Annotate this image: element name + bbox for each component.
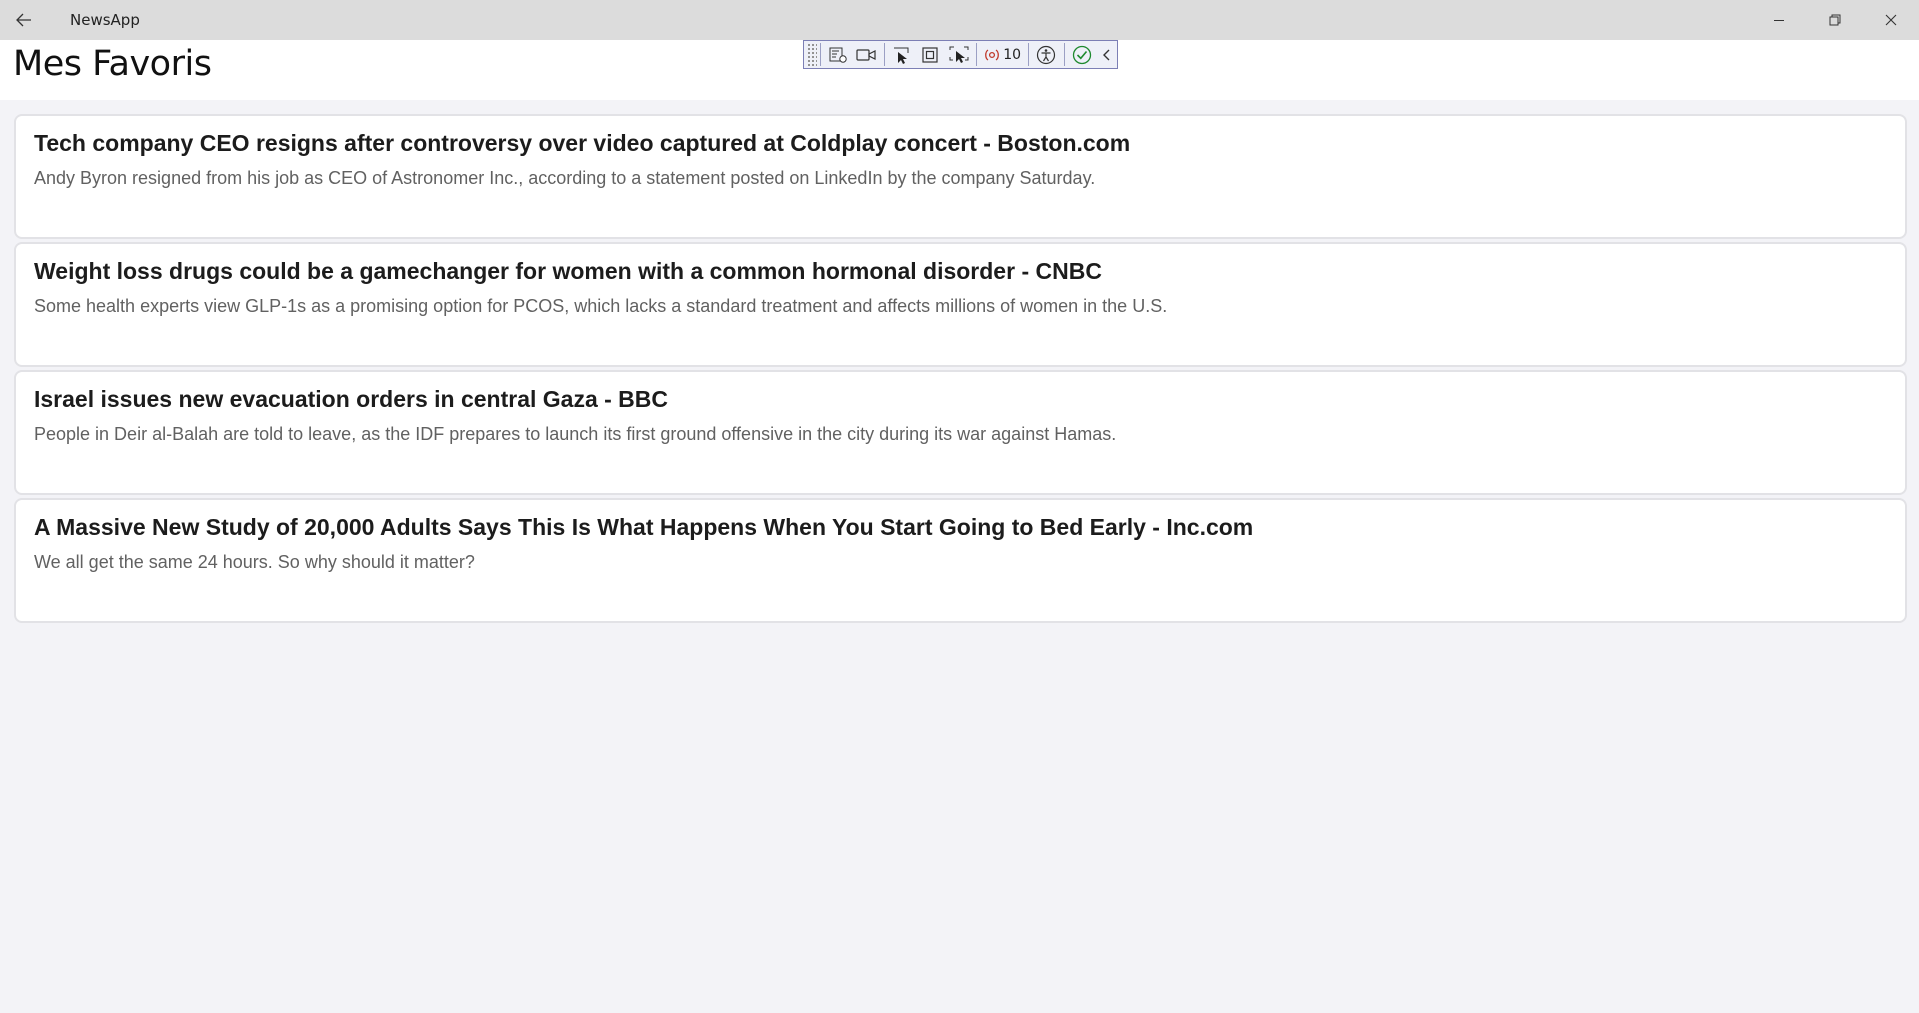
article-title: Tech company CEO resigns after controver… xyxy=(34,130,1131,156)
binding-failures-count: 10 xyxy=(1003,46,1022,63)
app-title: NewsApp xyxy=(70,11,140,29)
restore-icon xyxy=(1829,14,1841,26)
article-card[interactable]: Weight loss drugs could be a gamechanger… xyxy=(14,242,1907,367)
live-visual-tree-button[interactable] xyxy=(823,41,852,68)
live-visual-tree-icon xyxy=(829,47,847,63)
minimize-button[interactable] xyxy=(1751,0,1807,40)
track-focus-icon xyxy=(949,46,969,63)
accessibility-button[interactable] xyxy=(1032,41,1061,68)
page-title: Mes Favoris xyxy=(13,44,212,84)
arrow-left-icon xyxy=(16,13,31,27)
article-description: People in Deir al-Balah are told to leav… xyxy=(34,424,1117,444)
article-title: A Massive New Study of 20,000 Adults Say… xyxy=(34,514,1254,540)
track-focus-button[interactable] xyxy=(945,41,974,68)
article-description: We all get the same 24 hours. So why sho… xyxy=(34,552,475,572)
article-title: Weight loss drugs could be a gamechanger… xyxy=(34,258,1102,284)
video-camera-icon xyxy=(856,48,876,61)
article-card[interactable]: Israel issues new evacuation orders in c… xyxy=(14,370,1907,495)
article-title: Israel issues new evacuation orders in c… xyxy=(34,386,669,412)
window-controls xyxy=(1751,0,1919,40)
toolbar-separator xyxy=(1063,43,1065,66)
select-element-icon xyxy=(893,47,909,64)
toolbar-separator xyxy=(819,43,821,66)
article-card[interactable]: Tech company CEO resigns after controver… xyxy=(14,114,1907,239)
title-bar: NewsApp xyxy=(0,0,1919,40)
binding-failures-button[interactable]: 10 xyxy=(980,47,1025,63)
accessibility-icon xyxy=(1037,45,1056,64)
close-icon xyxy=(1885,14,1897,26)
close-button[interactable] xyxy=(1863,0,1919,40)
debug-toolbar: 10 xyxy=(803,40,1118,69)
back-button[interactable] xyxy=(0,0,48,40)
toolbar-separator xyxy=(883,43,885,66)
restore-button[interactable] xyxy=(1807,0,1863,40)
favorites-list: Tech company CEO resigns after controver… xyxy=(14,114,1907,626)
display-layout-adorners-icon xyxy=(922,46,938,63)
collapse-chevron-icon xyxy=(1102,49,1110,60)
checkmark-button[interactable] xyxy=(1067,41,1096,68)
minimize-icon xyxy=(1774,20,1784,21)
display-layout-adorners-button[interactable] xyxy=(916,41,945,68)
collapse-toolbar-button[interactable] xyxy=(1096,41,1117,68)
checkmark-icon xyxy=(1072,45,1091,64)
binding-failures-icon xyxy=(985,48,1000,61)
article-description: Andy Byron resigned from his job as CEO … xyxy=(34,168,1096,188)
toolbar-separator xyxy=(1028,43,1029,66)
article-description: Some health experts view GLP-1s as a pro… xyxy=(34,296,1168,316)
video-camera-button[interactable] xyxy=(852,41,881,68)
article-card[interactable]: A Massive New Study of 20,000 Adults Say… xyxy=(14,498,1907,623)
select-element-button[interactable] xyxy=(888,41,917,68)
drag-handle[interactable] xyxy=(807,43,817,66)
toolbar-separator xyxy=(976,43,978,66)
